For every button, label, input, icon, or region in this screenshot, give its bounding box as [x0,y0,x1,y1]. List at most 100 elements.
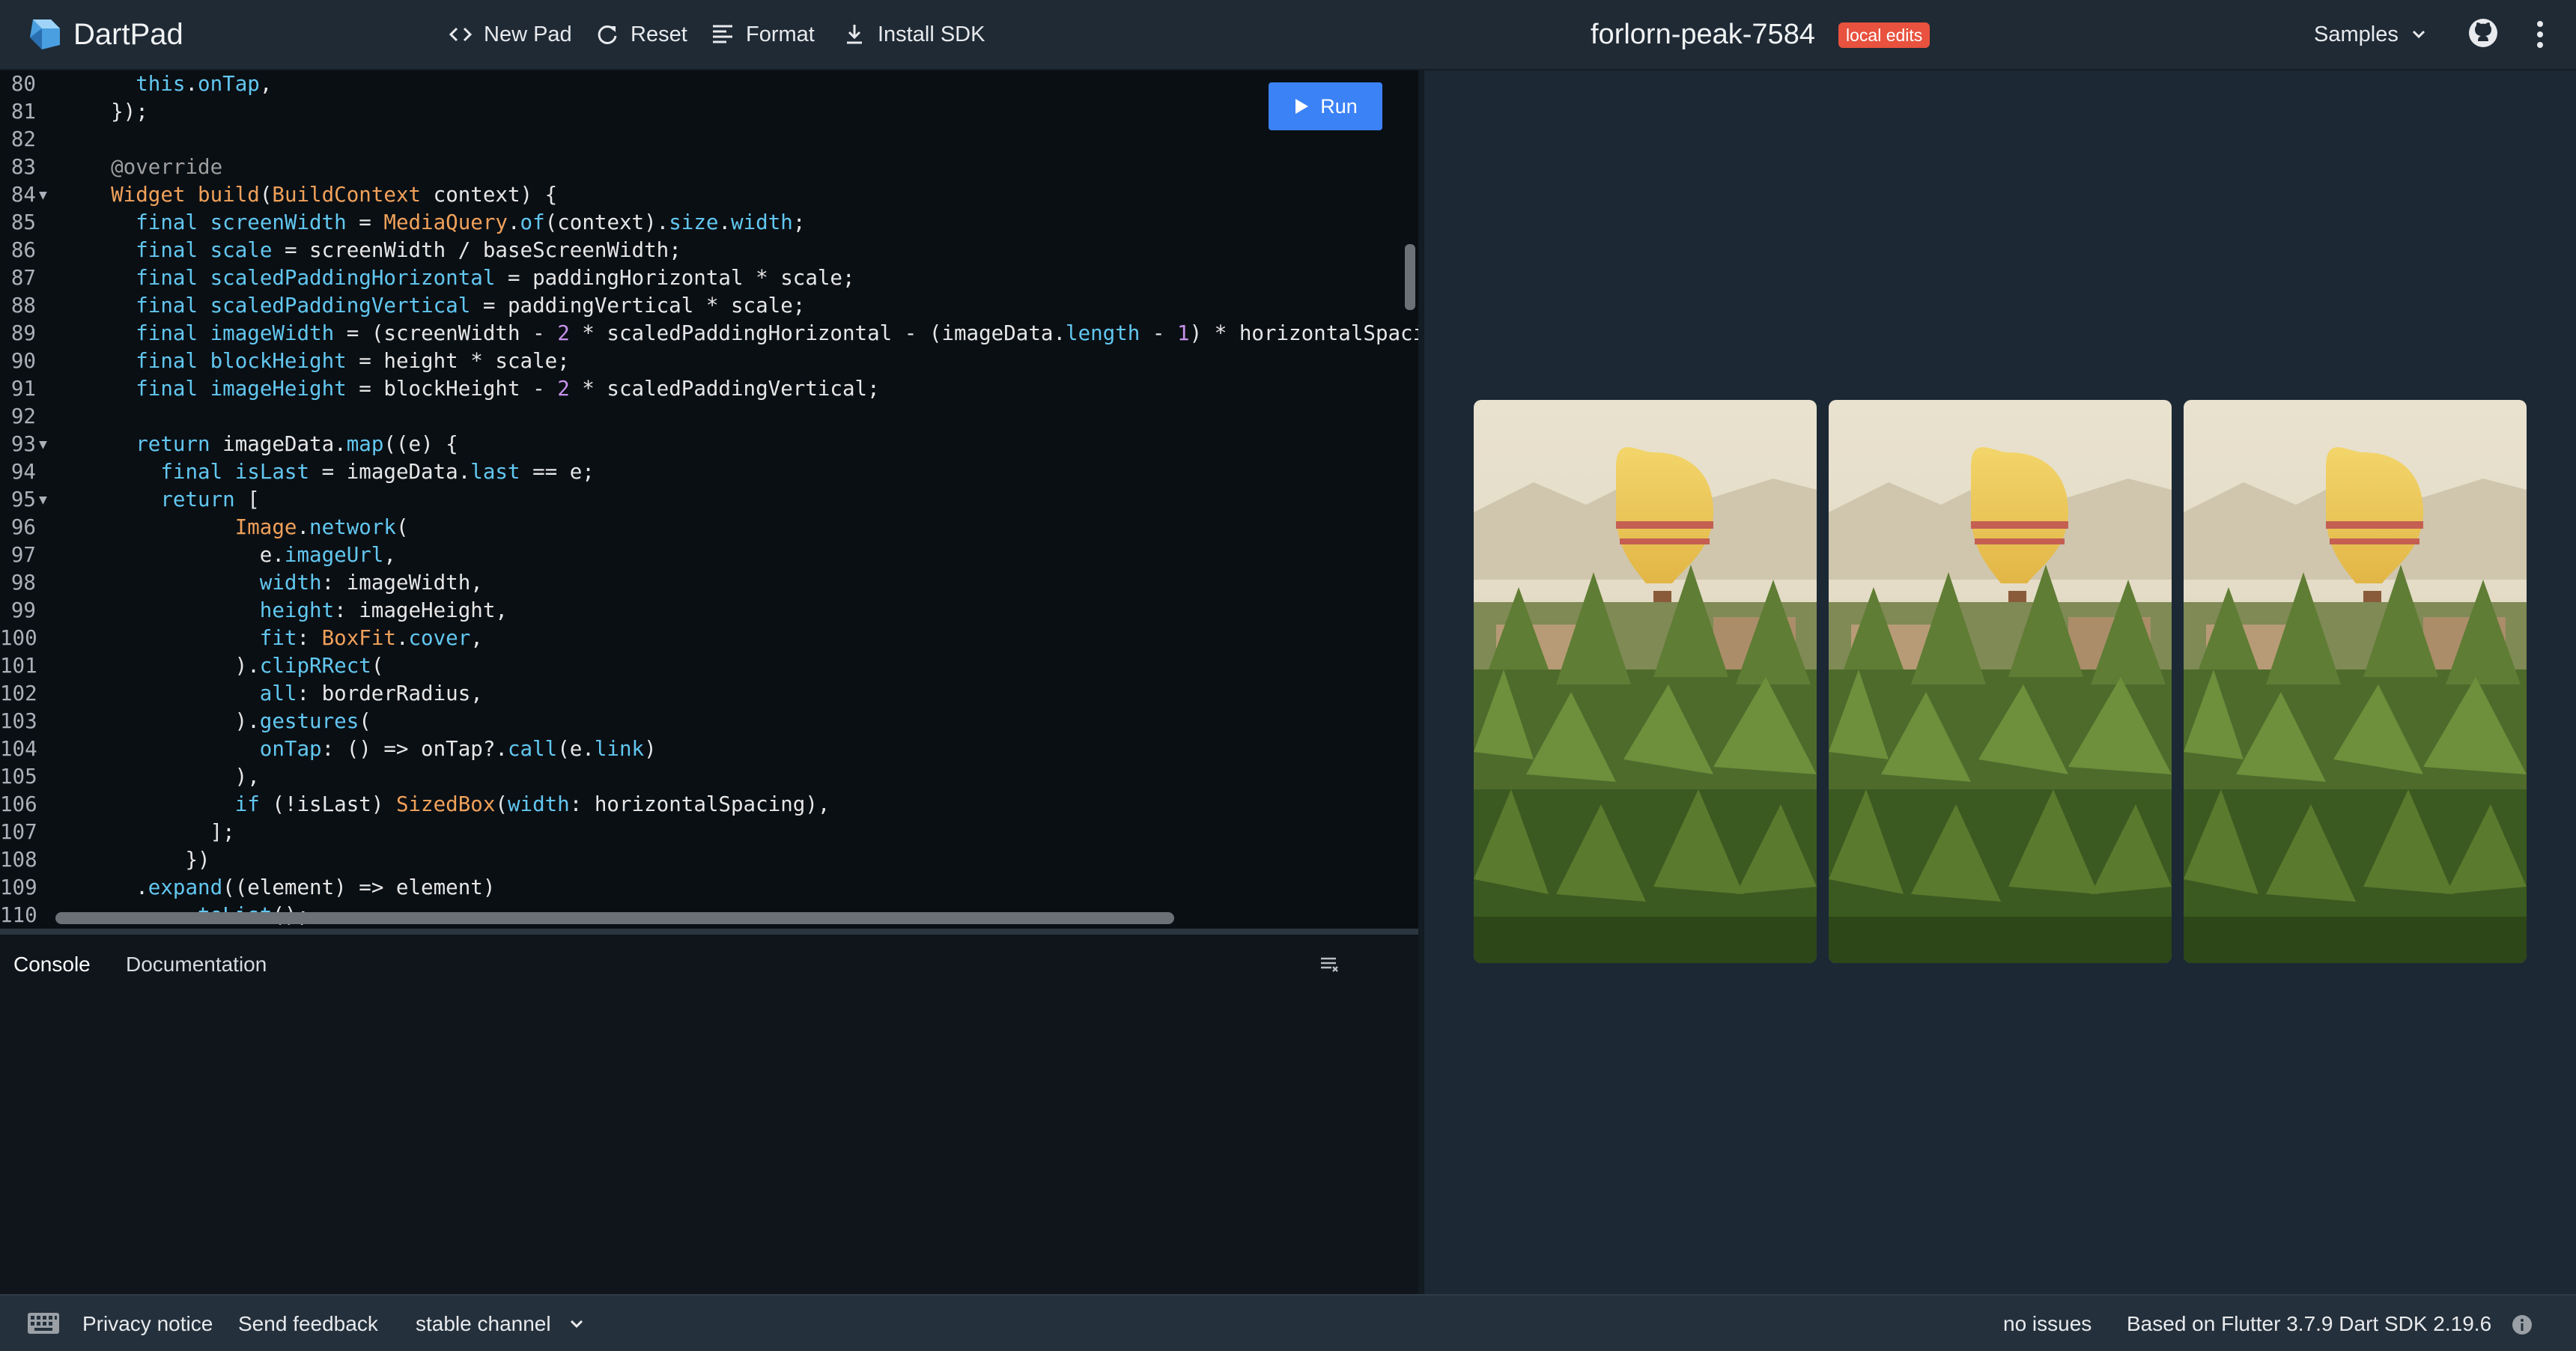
code-text: }); [86,100,148,124]
app-title[interactable]: DartPad [73,15,183,54]
code-text: ).gestures( [86,709,371,733]
fold-arrow-icon[interactable]: ▼ [39,486,47,514]
code-line[interactable]: 92 [0,403,1415,431]
clear-console-icon[interactable] [1319,956,1339,974]
tab-console[interactable]: Console [13,950,91,980]
code-line[interactable]: 96 Image.network( [0,514,1415,541]
image-card-3[interactable] [2184,400,2527,963]
code-line[interactable]: 100 fit: BoxFit.cover, [0,625,1415,652]
code-line[interactable]: 90 final blockHeight = height * scale; [0,347,1415,375]
code-line[interactable]: 83 @override [0,154,1415,181]
reset-icon [598,25,617,44]
line-number: 90 [10,349,36,373]
code-line[interactable]: 89 final imageWidth = (screenWidth - 2 *… [0,320,1418,347]
run-button[interactable]: Run [1269,82,1382,130]
format-button[interactable]: Format [710,18,815,51]
github-icon[interactable] [2467,16,2500,49]
more-vert-icon[interactable] [2531,16,2549,52]
line-number: 83 [10,155,36,179]
line-number: 108 [0,848,37,872]
download-icon [847,25,862,44]
install-sdk-button[interactable]: Install SDK [842,18,985,51]
code-text: Widget build(BuildContext context) { [111,183,558,207]
pad-name[interactable]: forlorn-peak-7584 [1591,15,1815,54]
panel-divider[interactable] [1418,70,1424,1294]
chevron-down-icon [570,1320,583,1329]
reset-button[interactable]: Reset [595,18,687,51]
code-line[interactable]: 102 all: borderRadius, [0,680,1415,708]
editor-console-divider[interactable] [0,929,1418,935]
code-text: width: imageWidth, [259,571,483,595]
code-line[interactable]: 104 onTap: () => onTap?.call(e.link) [0,735,1415,763]
code-line[interactable]: 82 [0,126,1415,154]
dart-logo-icon [30,19,60,49]
code-text: final screenWidth = MediaQuery.of(contex… [136,210,806,234]
send-feedback-link[interactable]: Send feedback [238,1309,378,1339]
line-number: 95 [10,488,36,511]
image-card-1[interactable] [1474,400,1817,963]
code-text: final scale = screenWidth / baseScreenWi… [136,238,681,262]
code-line[interactable]: 84 ▼ Widget build(BuildContext context) { [0,181,1415,209]
line-number: 93 [10,432,36,456]
channel-label: stable channel [416,1312,551,1335]
code-line[interactable]: 81 }); [0,98,1415,126]
line-number: 97 [10,543,36,567]
editor-horizontal-scrollbar[interactable] [55,912,1174,924]
line-number: 96 [10,515,36,539]
samples-dropdown[interactable]: Samples [2314,18,2428,51]
code-line[interactable]: 88 final scaledPaddingVertical = padding… [0,292,1415,320]
balloon-photo [1829,400,2172,963]
code-line[interactable]: 87 final scaledPaddingHorizontal = paddi… [0,264,1415,292]
code-line[interactable]: 99 height: imageHeight, [0,597,1415,625]
code-line[interactable]: 86 final scale = screenWidth / baseScree… [0,237,1415,264]
line-number: 102 [0,681,37,705]
code-text: }) [86,848,210,872]
code-line[interactable]: 91 final imageHeight = blockHeight - 2 *… [0,375,1415,403]
balloon-photo [2184,400,2527,963]
new-pad-button[interactable]: New Pad [448,18,572,51]
image-card-2[interactable] [1829,400,2172,963]
top-bar: DartPad New Pad Reset Format Install SDK… [0,0,2576,70]
code-line[interactable]: 85 final screenWidth = MediaQuery.of(con… [0,209,1415,237]
run-label: Run [1320,94,1358,118]
code-line[interactable]: 101 ).clipRRect( [0,652,1415,680]
line-number: 99 [10,598,36,622]
code-text: final imageHeight = blockHeight - 2 * sc… [136,377,880,401]
code-line[interactable]: 94 final isLast = imageData.last == e; [0,458,1415,486]
code-text: height: imageHeight, [259,598,508,622]
code-line[interactable]: 93 ▼ return imageData.map((e) { [0,431,1415,458]
code-line[interactable]: 107 ]; [0,819,1415,846]
code-line[interactable]: 108 }) [0,846,1415,874]
code-line[interactable]: 98 width: imageWidth, [0,569,1415,597]
code-text: return imageData.map((e) { [136,432,458,456]
play-icon [1295,99,1309,114]
fold-arrow-icon[interactable]: ▼ [39,181,47,209]
line-number: 89 [10,321,36,345]
code-text: all: borderRadius, [259,681,483,705]
code-line[interactable]: 109 .expand((element) => element) [0,874,1415,902]
code-text: e.imageUrl, [86,543,396,567]
code-line[interactable]: 80 this.onTap, [0,70,1415,98]
code-editor[interactable]: 80 this.onTap, 81 }); 82 83 @override 84 ▼ Wi… [0,70,1418,929]
code-line[interactable]: 97 e.imageUrl, [0,541,1415,569]
line-number: 94 [10,460,36,484]
code-line[interactable]: 103 ).gestures( [0,708,1415,735]
code-line[interactable]: 105 ), [0,763,1415,791]
keyboard-icon[interactable] [27,1312,60,1335]
code-text: ), [86,765,260,789]
line-number: 106 [0,792,37,816]
code-icon [449,27,473,42]
tab-documentation[interactable]: Documentation [126,950,267,980]
code-line[interactable]: 106 if (!isLast) SizedBox(width: horizon… [0,791,1415,819]
line-number: 88 [10,294,36,318]
privacy-notice-link[interactable]: Privacy notice [82,1309,213,1339]
editor-vertical-scrollbar[interactable] [1405,244,1415,310]
chevron-down-icon [2412,30,2425,39]
info-icon[interactable] [2511,1314,2533,1336]
issues-status[interactable]: no issues [2003,1309,2092,1339]
code-line[interactable]: 95 ▼ return [ [0,486,1415,514]
format-icon [713,25,732,43]
status-bar: Privacy notice Send feedback stable chan… [0,1294,2576,1351]
channel-dropdown[interactable]: stable channel [416,1309,586,1339]
fold-arrow-icon[interactable]: ▼ [39,431,47,458]
